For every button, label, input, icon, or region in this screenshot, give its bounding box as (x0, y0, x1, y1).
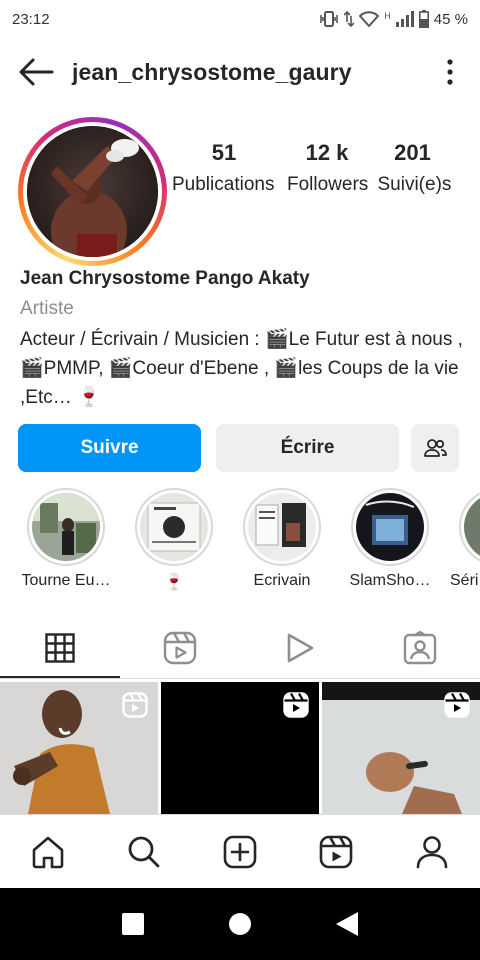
reels-icon (163, 631, 197, 665)
back-system-button[interactable] (327, 904, 367, 944)
nav-profile[interactable] (402, 822, 462, 882)
tab-posts[interactable] (0, 618, 120, 678)
create-icon (223, 835, 257, 868)
highlight-item[interactable]: Ecrivain (234, 488, 330, 590)
system-navigation-bar (0, 888, 480, 960)
bottom-navigation (0, 814, 480, 888)
square-icon (122, 913, 145, 935)
reel-badge-icon (122, 692, 148, 718)
search-icon (128, 836, 160, 867)
status-bar: 23:12 H 45 % (0, 0, 480, 38)
reel-badge-icon (444, 692, 470, 718)
story-ring[interactable] (18, 117, 167, 266)
tabs-divider (0, 678, 480, 679)
highlight-item[interactable]: 🍷 (126, 488, 222, 592)
status-time: 23:12 (12, 10, 50, 28)
back-button[interactable] (16, 52, 56, 92)
highlight-cover (356, 493, 424, 561)
stat-posts[interactable]: 51 Publications (172, 140, 274, 199)
stat-following[interactable]: 201 Suivi(e)s (378, 140, 473, 199)
posts-grid (0, 682, 480, 814)
stat-posts-label: Publications (172, 174, 275, 195)
add-people-icon (424, 439, 447, 457)
status-icons: H 45 % (319, 10, 468, 28)
vibrate-icon (319, 11, 339, 27)
profile-icon (416, 835, 448, 868)
highlight-label: SlamSho… (349, 572, 431, 589)
highlight-item[interactable]: Tourne Eu… (18, 488, 114, 590)
stat-following-count: 201 (394, 140, 431, 165)
highlight-cover (464, 493, 480, 561)
highlight-label: Ecrivain (253, 572, 311, 589)
more-vertical-icon (447, 59, 453, 85)
stat-followers[interactable]: 12 k Followers (287, 140, 382, 199)
profile-stats: 51 Publications 12 k Followers 201 Suivi… (172, 140, 472, 199)
profile-full-name: Jean Chrysostome Pango Akaty (20, 268, 310, 289)
story-highlights: Tourne Eu… 🍷 Ecrivain SlamSho… Séri (0, 488, 480, 598)
tab-reels[interactable] (120, 618, 240, 678)
data-arrows-icon (344, 11, 355, 27)
post-thumbnail[interactable] (161, 682, 319, 814)
highlight-item[interactable]: SlamSho… (342, 488, 438, 590)
home-system-button[interactable] (220, 904, 260, 944)
nav-search[interactable] (114, 822, 174, 882)
message-button[interactable]: Écrire (216, 424, 399, 472)
nav-home[interactable] (18, 822, 78, 882)
battery-icon (418, 10, 429, 28)
play-icon (287, 633, 314, 663)
nav-create[interactable] (210, 822, 270, 882)
highlight-cover (32, 493, 100, 561)
triangle-back-icon (335, 912, 358, 936)
highlight-cover (248, 493, 316, 561)
suggested-accounts-button[interactable] (411, 424, 459, 472)
recents-button[interactable] (113, 904, 153, 944)
signal-icon (395, 11, 414, 27)
home-icon (32, 836, 64, 868)
stat-following-label: Suivi(e)s (377, 174, 452, 195)
reel-badge-icon (283, 692, 309, 718)
profile-header: jean_chrysostome_gaury (0, 48, 480, 96)
highlight-item[interactable]: Séri (450, 488, 480, 590)
wifi-icon (359, 11, 380, 27)
network-type: H (384, 11, 391, 21)
profile-username: jean_chrysostome_gaury (72, 58, 352, 85)
grid-icon (45, 633, 75, 663)
tagged-icon (403, 631, 437, 665)
tab-tagged[interactable] (360, 618, 480, 678)
highlight-label: 🍷 (164, 574, 184, 591)
highlight-label: Séri (450, 572, 479, 589)
post-thumbnail[interactable] (0, 682, 158, 814)
highlight-label: Tourne Eu… (21, 572, 111, 589)
stat-followers-count: 12 k (305, 140, 349, 165)
nav-reels[interactable] (306, 822, 366, 882)
more-options-button[interactable] (440, 56, 460, 88)
circle-icon (228, 913, 251, 935)
follow-button[interactable]: Suivre (18, 424, 201, 472)
tab-videos[interactable] (240, 618, 360, 678)
post-thumbnail[interactable] (322, 682, 480, 814)
battery-percent: 45 % (433, 10, 468, 28)
profile-category: Artiste (20, 298, 74, 319)
reels-icon (319, 835, 353, 868)
profile-tabs (0, 618, 480, 678)
arrow-left-icon (19, 58, 54, 86)
profile-bio: Acteur / Écrivain / Musicien : 🎬Le Futur… (20, 329, 463, 408)
stat-posts-count: 51 (211, 140, 237, 165)
highlight-cover (140, 493, 208, 561)
stat-followers-label: Followers (287, 174, 369, 195)
avatar (27, 126, 158, 257)
